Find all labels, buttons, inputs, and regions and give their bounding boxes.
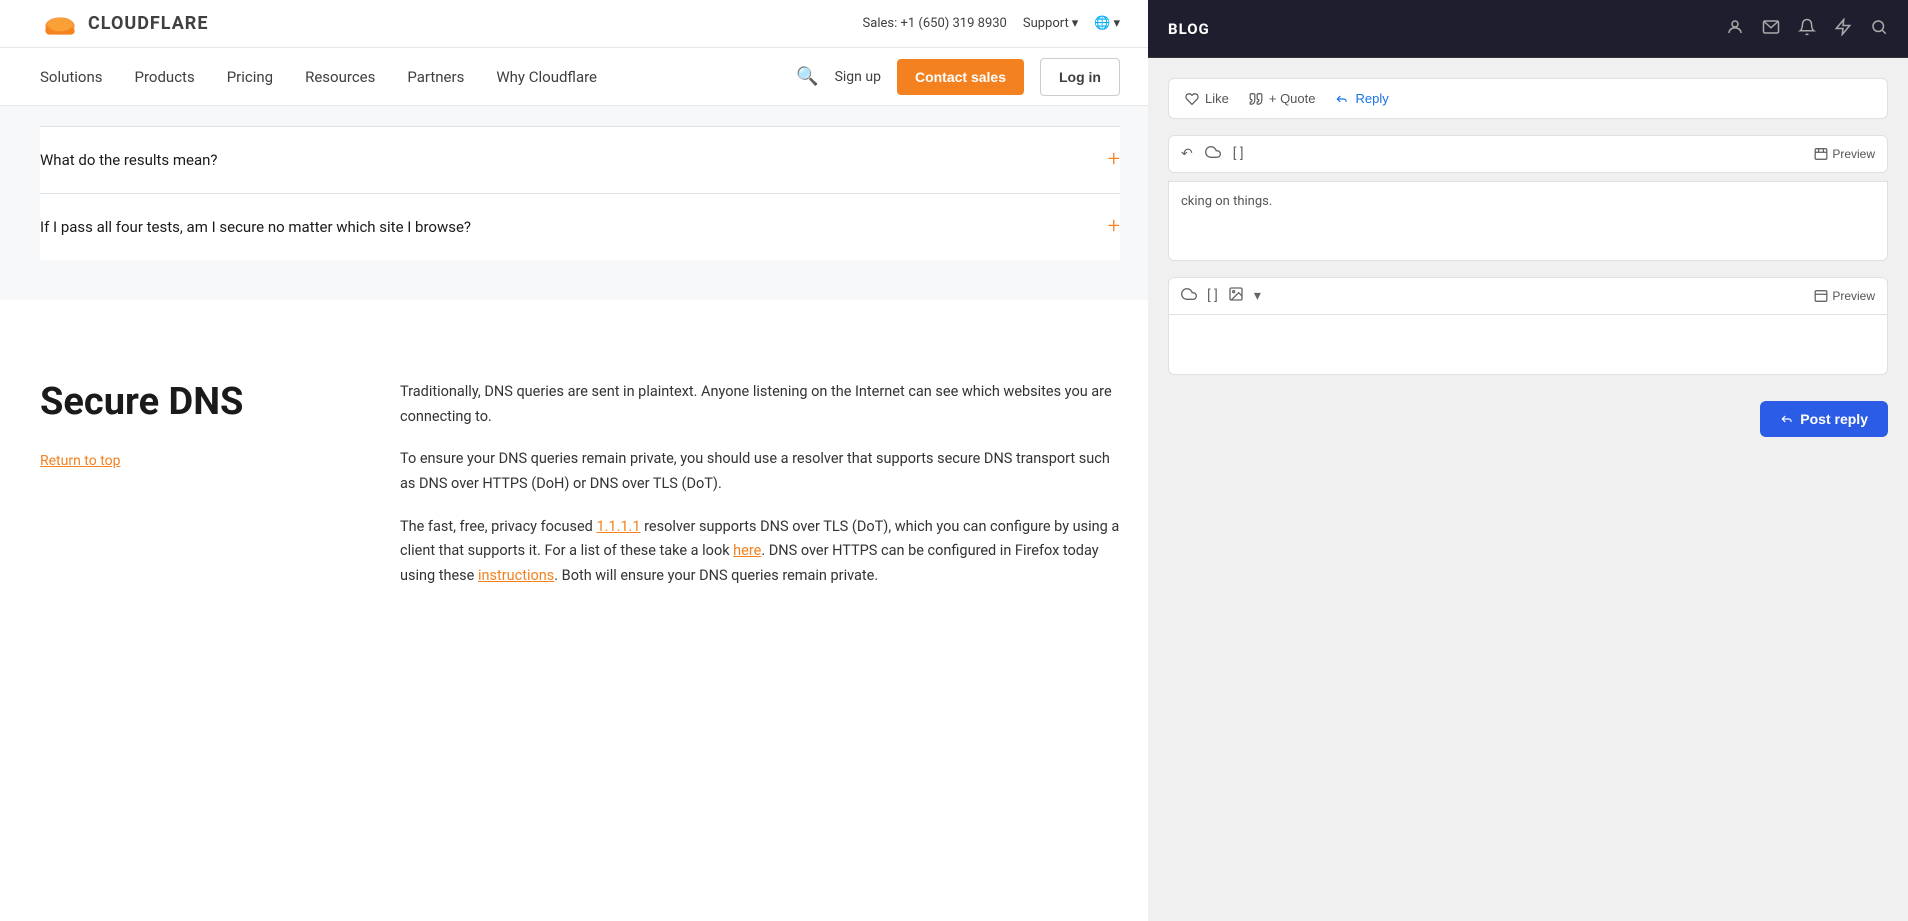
editor2-body[interactable] — [1168, 315, 1888, 375]
secure-dns-content: Traditionally, DNS queries are sent in p… — [400, 380, 1120, 588]
blog-mail-icon[interactable] — [1762, 18, 1780, 40]
heart-icon — [1185, 92, 1199, 106]
nav-resources[interactable]: Resources — [305, 68, 375, 86]
blog-search-icon[interactable] — [1870, 18, 1888, 40]
editor1-toolbar: ↶ [ ] Preview — [1168, 135, 1888, 173]
reply-button[interactable]: Reply — [1335, 91, 1388, 106]
nav-partners[interactable]: Partners — [407, 68, 464, 86]
link-here[interactable]: here — [733, 542, 761, 559]
blog-bell-icon[interactable] — [1798, 18, 1816, 40]
cloudflare-logo-icon — [40, 11, 80, 37]
brackets-icon[interactable]: [ ] — [1233, 146, 1244, 162]
secure-dns-para-3: The fast, free, privacy focused 1.1.1.1 … — [400, 515, 1120, 589]
secure-dns-para-2: To ensure your DNS queries remain privat… — [400, 447, 1120, 496]
globe-chevron-icon: ▾ — [1113, 16, 1120, 31]
quote-button[interactable]: + Quote — [1249, 91, 1316, 106]
post-action-bar: Like + Quote Reply — [1168, 78, 1888, 119]
cf-nav-links: Solutions Products Pricing Resources Par… — [40, 68, 597, 86]
link-instructions[interactable]: instructions — [478, 567, 554, 584]
faq-item-1[interactable]: What do the results mean? + — [40, 126, 1120, 193]
cf-topbar-right: Sales: +1 (650) 319 8930 Support ▾ 🌐 ▾ — [863, 16, 1120, 31]
globe-icon: 🌐 — [1094, 16, 1110, 31]
secure-dns-title: Secure DNS — [40, 380, 340, 426]
faq-question-2: If I pass all four tests, am I secure no… — [40, 218, 471, 236]
cf-navbar: Solutions Products Pricing Resources Par… — [0, 48, 1160, 106]
cf-logo[interactable]: CLOUDFLARE — [40, 11, 208, 37]
reply-icon — [1335, 92, 1349, 106]
blog-header: BLOG — [1148, 0, 1908, 58]
editor2-brackets-icon[interactable]: [ ] — [1207, 288, 1218, 304]
preview-icon-2 — [1814, 289, 1828, 303]
secure-dns-left: Secure DNS Return to top — [40, 380, 340, 588]
secure-dns-section: Secure DNS Return to top Traditionally, … — [0, 300, 1160, 668]
nav-solutions[interactable]: Solutions — [40, 68, 103, 86]
blog-bolt-icon[interactable] — [1834, 18, 1852, 40]
search-icon[interactable]: 🔍 — [796, 66, 818, 87]
cf-nav-right: 🔍 Sign up Contact sales Log in — [796, 58, 1120, 96]
faq-expand-icon-1: + — [1108, 149, 1120, 171]
like-button[interactable]: Like — [1185, 91, 1229, 106]
blog-header-icons — [1726, 18, 1888, 40]
contact-sales-button[interactable]: Contact sales — [897, 59, 1024, 95]
login-button[interactable]: Log in — [1040, 58, 1120, 96]
return-to-top-link[interactable]: Return to top — [40, 453, 121, 469]
editor2-dropdown-icon[interactable]: ▾ — [1254, 288, 1261, 304]
cf-topbar-left: CLOUDFLARE — [40, 11, 208, 37]
blog-title: BLOG — [1168, 20, 1210, 38]
nav-pricing[interactable]: Pricing — [227, 68, 273, 86]
faq-section: What do the results mean? + If I pass al… — [0, 106, 1160, 300]
cf-phone: Sales: +1 (650) 319 8930 — [863, 16, 1007, 31]
post-reply-button[interactable]: Post reply — [1760, 401, 1888, 437]
editor2-section: [ ] ▾ Preview — [1168, 277, 1888, 375]
faq-question-1: What do the results mean? — [40, 151, 218, 169]
signup-link[interactable]: Sign up — [835, 69, 881, 85]
editor2-image-icon[interactable] — [1228, 286, 1244, 306]
support-chevron-icon: ▾ — [1072, 16, 1079, 31]
preview-icon-1 — [1814, 147, 1828, 161]
blog-content-area[interactable]: Like + Quote Reply ↶ [ ] Preview — [1148, 58, 1908, 921]
cf-support-link[interactable]: Support ▾ — [1023, 16, 1078, 31]
link-1111[interactable]: 1.1.1.1 — [596, 518, 640, 535]
cf-logo-text: CLOUDFLARE — [88, 13, 208, 34]
editor2-toolbar: [ ] ▾ Preview — [1168, 277, 1888, 315]
editor1-body[interactable]: cking on things. — [1168, 181, 1888, 261]
faq-item-2[interactable]: If I pass all four tests, am I secure no… — [40, 193, 1120, 260]
cf-topbar: CLOUDFLARE Sales: +1 (650) 319 8930 Supp… — [0, 0, 1160, 48]
preview-button-2[interactable]: Preview — [1814, 289, 1875, 303]
quote-icon — [1249, 92, 1263, 106]
preview-button-1[interactable]: Preview — [1814, 147, 1875, 161]
nav-products[interactable]: Products — [135, 68, 195, 86]
cf-globe-btn[interactable]: 🌐 ▾ — [1094, 16, 1120, 31]
undo-icon[interactable]: ↶ — [1181, 146, 1193, 162]
nav-why-cloudflare[interactable]: Why Cloudflare — [496, 68, 597, 86]
cloud-icon[interactable] — [1205, 144, 1221, 164]
secure-dns-para-1: Traditionally, DNS queries are sent in p… — [400, 380, 1120, 429]
post-reply-section: Post reply — [1168, 391, 1888, 447]
post-reply-icon — [1780, 412, 1794, 426]
blog-user-icon[interactable] — [1726, 18, 1744, 40]
faq-expand-icon-2: + — [1108, 216, 1120, 238]
editor2-cloud-icon[interactable] — [1181, 286, 1197, 306]
